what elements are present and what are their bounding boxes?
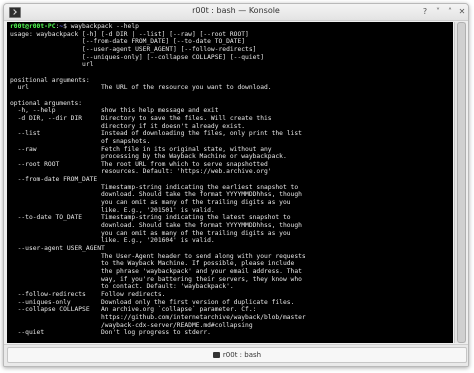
terminal-command: waybackpack --help: [70, 23, 139, 30]
title-bar[interactable]: r00t : bash — Konsole ? ˅ ˄ ✕: [4, 4, 468, 21]
maximize-button[interactable]: ˄: [445, 7, 455, 17]
terminal-area[interactable]: r00t@r00t-PC:~$ waybackpack --help usage…: [7, 22, 453, 343]
terminal-icon: [212, 352, 220, 358]
scrollbar-thumb[interactable]: [457, 22, 466, 343]
window-title: r00t : bash — Konsole: [192, 6, 280, 15]
help-button[interactable]: ?: [420, 7, 430, 17]
tab-bash[interactable]: r00t : bash: [7, 347, 467, 363]
terminal-text: r00t@r00t-PC:~$ waybackpack --help usage…: [7, 22, 453, 337]
tab-label: r00t : bash: [222, 351, 262, 359]
close-button[interactable]: ✕: [457, 7, 467, 17]
prompt-user: r00t@r00t-PC: [10, 23, 56, 30]
prompt-end: $: [63, 23, 71, 30]
minimize-button[interactable]: ˅: [433, 7, 443, 17]
tab-bar: r00t : bash: [4, 344, 468, 366]
konsole-window: r00t : bash — Konsole ? ˅ ˄ ✕ r00t@r00t-…: [3, 3, 469, 367]
terminal-scrollbar[interactable]: [454, 22, 466, 343]
terminal-output: usage: waybackpack [-h] [-d DIR | --list…: [10, 30, 306, 337]
